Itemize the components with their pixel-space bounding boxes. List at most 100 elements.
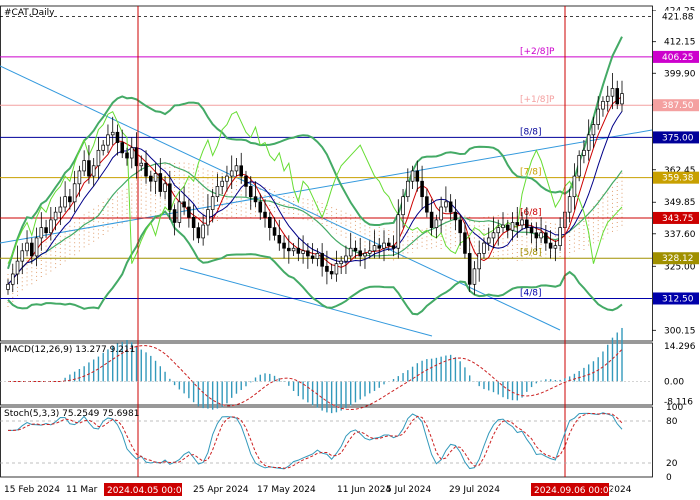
candle-body (415, 170, 420, 182)
candle-body (91, 165, 96, 177)
price-tick-label: 300.15 (664, 326, 696, 336)
candle-body (115, 131, 120, 143)
candle-body (553, 245, 558, 249)
date-label: 5 Jul 2024 (386, 485, 431, 495)
candle-body (620, 93, 624, 105)
candle-body (153, 173, 158, 182)
date-label: 25 Apr 2024 (193, 485, 249, 495)
candle-body (582, 149, 586, 156)
price-tick-label: 399.90 (664, 69, 696, 79)
candle-body (344, 255, 348, 262)
candle-body (277, 234, 282, 244)
level-label: [4/8] (520, 288, 542, 298)
date-label: 11 Mar (66, 485, 98, 495)
candle-body (377, 245, 382, 249)
candle-body (467, 253, 472, 285)
candle-body (372, 245, 377, 252)
candle-body (10, 273, 15, 285)
candle-body (30, 242, 34, 257)
candle-body (206, 209, 210, 226)
candle-body (234, 165, 239, 172)
candle-body (101, 144, 105, 151)
candle-body (320, 253, 324, 267)
candle-body (120, 142, 125, 154)
candle-body (425, 196, 429, 213)
candle-body (391, 245, 396, 249)
candle-body (110, 131, 115, 136)
candle-body (353, 247, 358, 252)
candle-body (315, 253, 320, 259)
candle-body (201, 224, 205, 239)
candle-body (215, 186, 220, 198)
candle-body (586, 134, 591, 151)
candle-body (477, 253, 481, 270)
candle-body (177, 201, 182, 223)
candle-body (20, 250, 25, 262)
candle-body (439, 206, 443, 221)
candle-body (548, 242, 553, 249)
level-label: [8/8] (520, 127, 542, 137)
candle-body (510, 222, 515, 231)
candle-body (182, 201, 186, 208)
candle-body (529, 227, 534, 234)
candle-body (144, 162, 148, 177)
level-tag: 328.12 (662, 254, 694, 264)
candle-body (253, 196, 258, 203)
candle-body (96, 149, 101, 167)
candle-body (44, 227, 48, 234)
candle-body (491, 232, 496, 239)
highlight-date-label: 2024.04.05 00:00 (107, 486, 188, 496)
candle-body (149, 175, 153, 182)
candle-body (329, 271, 334, 275)
level-label: [7/8] (520, 168, 542, 178)
candle-body (25, 242, 29, 252)
candle-body (444, 201, 448, 208)
candle-body (601, 100, 605, 110)
candle-body (486, 237, 491, 244)
candle-body (539, 232, 543, 239)
candle-body (239, 165, 244, 177)
level-tag: 312.50 (662, 294, 694, 304)
candle-body (229, 170, 234, 177)
candle-body (72, 183, 77, 203)
candle-body (386, 242, 391, 247)
candle-body (410, 170, 415, 182)
candle-body (263, 211, 267, 218)
highlight-date-label: 2024.09.06 00:00 (534, 486, 615, 496)
candle-body (544, 232, 548, 244)
candle-body (287, 247, 291, 252)
candle-body (310, 255, 315, 259)
macd-label: MACD(12,26,9) 13.277 9.211 (4, 345, 135, 355)
candle-body (258, 201, 263, 213)
candle-body (53, 211, 58, 221)
candle-body (591, 124, 596, 136)
candle-body (520, 219, 524, 226)
candle-body (348, 247, 353, 257)
candle-body (482, 242, 486, 254)
candle-body (296, 247, 301, 254)
stoch-tick-label: 80 (666, 417, 678, 427)
candle-body (139, 162, 144, 167)
candle-body (596, 108, 600, 125)
candle-body (49, 219, 53, 234)
candle-body (334, 263, 339, 275)
candle-body (577, 155, 581, 177)
candle-body (39, 227, 44, 239)
candle-body (496, 227, 501, 234)
candle-body (420, 180, 424, 198)
candle-body (82, 160, 86, 172)
candle-body (6, 283, 10, 290)
candle-body (615, 88, 620, 105)
candle-body (434, 219, 439, 228)
macd-tick-label: 0.00 (664, 377, 684, 387)
candle-body (158, 173, 163, 192)
candle-body (382, 242, 386, 249)
candle-body (448, 201, 453, 213)
level-tag: 387.50 (662, 101, 694, 111)
candle-body (220, 180, 224, 187)
level-label: [6/8] (520, 208, 542, 218)
level-label: [+1/8]P (520, 95, 555, 105)
candle-body (210, 196, 215, 210)
candle-body (77, 170, 82, 185)
candle-body (291, 247, 296, 252)
